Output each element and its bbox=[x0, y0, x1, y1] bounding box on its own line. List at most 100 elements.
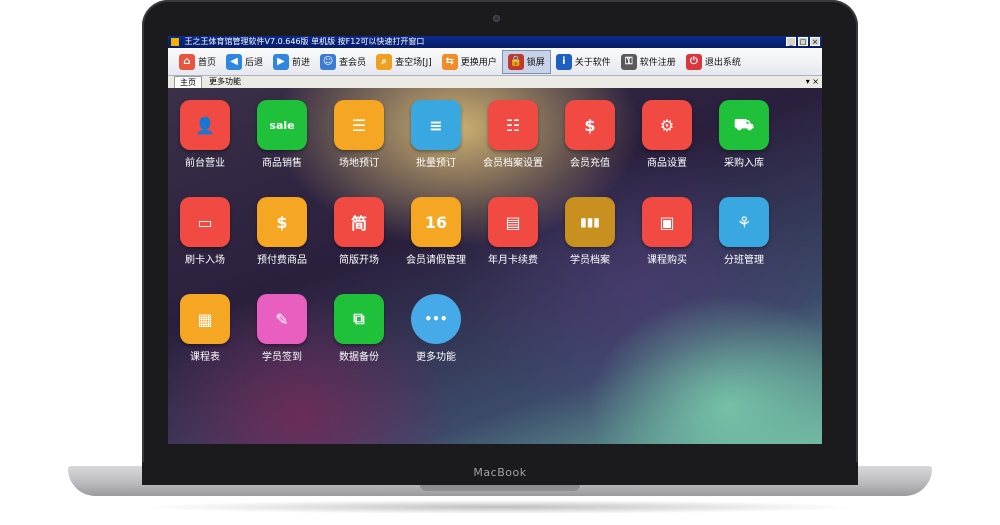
tile-label: 批量预订 bbox=[416, 158, 456, 169]
toolbar-button-switch-user[interactable]: ⇆ 更换用户 bbox=[437, 50, 502, 74]
toolbar-button-key[interactable]: ⚿ 软件注册 bbox=[616, 50, 681, 74]
tab-controls[interactable]: ▾ × bbox=[806, 76, 819, 88]
tile-sign-in[interactable]: ✎ 学员签到 bbox=[247, 294, 317, 363]
switch-user-icon: ⇆ bbox=[441, 53, 458, 70]
toolbar-button-power[interactable]: ⏻ 退出系统 bbox=[681, 50, 746, 74]
maximize-button[interactable]: □ bbox=[798, 37, 808, 46]
tab-main[interactable]: 主页 bbox=[174, 76, 202, 88]
stack-icon: ≡ bbox=[411, 100, 461, 150]
tile-label: 会员档案设置 bbox=[483, 158, 543, 169]
briefcase-icon: ▣ bbox=[642, 197, 692, 247]
calendar-icon: 16 bbox=[411, 197, 461, 247]
app-icon bbox=[171, 38, 179, 46]
sale-bag-icon: sale bbox=[257, 100, 307, 150]
backup-icon: ⧉ bbox=[334, 294, 384, 344]
tile-receptionist-simple[interactable]: 简简版开场 bbox=[324, 197, 394, 266]
tile-card-swipe[interactable]: ▭ 刷卡入场 bbox=[170, 197, 240, 266]
toolbar-button-arrow-left[interactable]: ◀ 后退 bbox=[221, 50, 268, 74]
tile-member-file[interactable]: ☷ 会员档案设置 bbox=[478, 100, 548, 169]
tile-label: 课程表 bbox=[190, 352, 220, 363]
minimize-button[interactable]: _ bbox=[786, 37, 796, 46]
tile-schedule[interactable]: ▦ 课程表 bbox=[170, 294, 240, 363]
tile-label: 数据备份 bbox=[339, 352, 379, 363]
tile-label: 简版开场 bbox=[339, 255, 379, 266]
tile-label: 前台营业 bbox=[185, 158, 225, 169]
tile-label: 采购入库 bbox=[724, 158, 764, 169]
tile-label: 会员请假管理 bbox=[406, 255, 466, 266]
org-chart-icon: ⚘ bbox=[719, 197, 769, 247]
toolbar-button-lock[interactable]: 🔒 锁屏 bbox=[501, 49, 551, 74]
tile-bag-settings[interactable]: ⚙ 商品设置 bbox=[632, 100, 702, 169]
toolbar-label: 后退 bbox=[245, 58, 264, 68]
home-icon: ⌂ bbox=[179, 53, 195, 70]
tile-checklist[interactable]: ☰ 场地预订 bbox=[324, 100, 394, 169]
arrow-right-icon: ▶ bbox=[273, 53, 290, 70]
toolbar-label: 锁屏 bbox=[526, 58, 545, 68]
tile-stack[interactable]: ≡ 批量预订 bbox=[401, 100, 471, 169]
toolbar-label: 前进 bbox=[292, 58, 311, 68]
checklist-icon: ☰ bbox=[334, 100, 384, 150]
tile-label: 商品设置 bbox=[647, 158, 687, 169]
sign-in-icon: ✎ bbox=[257, 294, 307, 344]
toolbar-button-arrow-right[interactable]: ▶ 前进 bbox=[268, 50, 315, 74]
tile-label: 场地预订 bbox=[339, 158, 379, 169]
tile-label: 更多功能 bbox=[416, 352, 456, 363]
schedule-icon: ▦ bbox=[180, 294, 230, 344]
tile-hand-truck[interactable]: ⛟ 采购入库 bbox=[709, 100, 779, 169]
tab-more-functions[interactable]: 更多功能 bbox=[204, 76, 246, 88]
tile-label: 学员档案 bbox=[570, 255, 610, 266]
hand-truck-icon: ⛟ bbox=[719, 100, 769, 150]
money-bag-icon: $ bbox=[565, 100, 615, 150]
toolbar-button-info[interactable]: i 关于软件 bbox=[551, 50, 616, 74]
binders-icon: ▮▮▮ bbox=[565, 197, 615, 247]
toolbar-label: 退出系统 bbox=[704, 58, 741, 68]
laptop-brand: MacBook bbox=[473, 466, 527, 479]
arrow-left-icon: ◀ bbox=[226, 53, 243, 70]
tile-money-bag[interactable]: $ 会员充值 bbox=[555, 100, 625, 169]
home-panel: 👤 前台营业 sale 商品销售 ☰ 场地预订 ≡ 批量预订 ☷ 会员档案设置 $ 会员充值 ⚙ 商品设置… bbox=[168, 88, 822, 444]
tile-wallet[interactable]: ▤ 年月卡续费 bbox=[478, 197, 548, 266]
wallet-icon: ▤ bbox=[488, 197, 538, 247]
camera-icon bbox=[493, 15, 500, 22]
toolbar-button-magnifier[interactable]: ⌕ 查空场[J] bbox=[371, 50, 437, 74]
toolbar-label: 查会员 bbox=[339, 58, 367, 68]
bag-settings-icon: ⚙ bbox=[642, 100, 692, 150]
tile-binders[interactable]: ▮▮▮ 学员档案 bbox=[555, 197, 625, 266]
tile-label: 课程购买 bbox=[647, 255, 687, 266]
tile-backup[interactable]: ⧉ 数据备份 bbox=[324, 294, 394, 363]
tile-label: 分班管理 bbox=[724, 255, 764, 266]
title-bar: 王之王体育馆管理软件V7.0.646版 单机版 按F12可以快速打开窗口 _ □… bbox=[168, 36, 822, 48]
toolbar: ⌂ 首页 ◀ 后退 ▶ 前进 ☺ 查会员 ⌕ 查空场[J] ⇆ 更换用户 🔒 锁屏 i 关于软件 ⚿ 软件注册 ⏻ 退… bbox=[168, 48, 822, 76]
tile-receptionist[interactable]: 👤 前台营业 bbox=[170, 100, 240, 169]
toolbar-button-home[interactable]: ⌂ 首页 bbox=[174, 50, 221, 74]
toolbar-label: 首页 bbox=[198, 58, 217, 68]
tile-calendar[interactable]: 16 会员请假管理 bbox=[401, 197, 471, 266]
tile-org-chart[interactable]: ⚘ 分班管理 bbox=[709, 197, 779, 266]
tile-gift[interactable]: $ 预付费商品 bbox=[247, 197, 317, 266]
tile-label: 年月卡续费 bbox=[488, 255, 538, 266]
tile-label: 预付费商品 bbox=[257, 255, 307, 266]
tile-label: 刷卡入场 bbox=[185, 255, 225, 266]
chat-bubble-icon: ••• bbox=[411, 294, 461, 344]
power-icon: ⏻ bbox=[685, 53, 702, 70]
laptop-shadow bbox=[140, 500, 860, 514]
tile-briefcase[interactable]: ▣ 课程购买 bbox=[632, 197, 702, 266]
tile-label: 商品销售 bbox=[262, 158, 302, 169]
lock-icon: 🔒 bbox=[507, 53, 524, 70]
window-controls: _ □ × bbox=[786, 37, 820, 46]
tile-sale-bag[interactable]: sale 商品销售 bbox=[247, 100, 317, 169]
key-icon: ⚿ bbox=[620, 53, 637, 70]
magnifier-icon: ⌕ bbox=[376, 53, 393, 70]
toolbar-label: 关于软件 bbox=[574, 58, 611, 68]
receptionist-simple-icon: 简 bbox=[334, 197, 384, 247]
toolbar-label: 查空场[J] bbox=[395, 58, 432, 68]
tile-chat-bubble[interactable]: ••• 更多功能 bbox=[401, 294, 471, 363]
tile-label: 会员充值 bbox=[570, 158, 610, 169]
close-button[interactable]: × bbox=[810, 37, 820, 46]
tile-label: 学员签到 bbox=[262, 352, 302, 363]
toolbar-button-member[interactable]: ☺ 查会员 bbox=[315, 50, 371, 74]
member-icon: ☺ bbox=[320, 53, 337, 70]
window-title: 王之王体育馆管理软件V7.0.646版 单机版 按F12可以快速打开窗口 bbox=[184, 37, 425, 46]
gift-icon: $ bbox=[257, 197, 307, 247]
toolbar-label: 更换用户 bbox=[460, 58, 497, 68]
